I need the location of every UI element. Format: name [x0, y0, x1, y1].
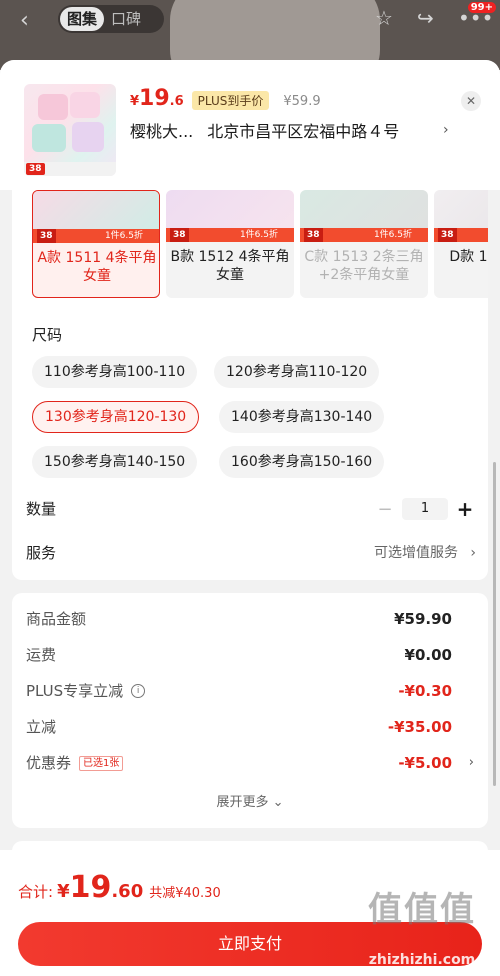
- size-option-130[interactable]: 130参考身高120-130: [32, 401, 200, 433]
- share-icon[interactable]: ↪: [417, 6, 434, 30]
- size-option-150[interactable]: 150参考身高140-150: [32, 446, 198, 478]
- quantity-row: 数量 − 1 +: [26, 497, 476, 521]
- variant-a[interactable]: 38 1件6.5折 A款 1511 4条平角女童: [32, 190, 160, 298]
- thumbnail-item: [38, 94, 68, 120]
- thumbnail-tag: 38: [26, 163, 45, 175]
- purchase-sheet: 38 ¥19.6 PLUS到手价 ¥59.9 樱桃大... 北京市昌平区宏福中路…: [0, 60, 500, 976]
- thumbnail-item: [70, 92, 100, 118]
- expand-more-button[interactable]: 展开更多 ⌄: [12, 791, 488, 810]
- variant-deal: 1件6.5折: [239, 230, 278, 240]
- product-name: 樱桃大...: [130, 122, 194, 141]
- variant-deal: 1件6.5折: [104, 231, 143, 241]
- plus-icon[interactable]: +: [454, 497, 476, 521]
- total-int: 19: [69, 870, 112, 905]
- quantity-input[interactable]: 1: [402, 498, 448, 520]
- variant-label: D款 1514 女童: [449, 249, 488, 265]
- summary-value: -¥5.00: [398, 754, 452, 772]
- order-total: 合计: ¥ 19 .60 共减¥40.30: [18, 870, 221, 905]
- plus-price-tag: PLUS到手价: [191, 91, 270, 110]
- quantity-stepper: − 1 +: [374, 497, 476, 521]
- summary-label: 优惠券 已选1张: [26, 752, 124, 774]
- summary-line-plus-discount: PLUS专享立减 i -¥0.30: [26, 680, 474, 702]
- summary-line-instant-discount: 立减 -¥35.00: [26, 716, 474, 738]
- variant-label: B款 1512 4条平角女童: [170, 249, 290, 283]
- summary-line-shipping: 运费 ¥0.00: [26, 644, 474, 666]
- summary-label: 立减: [26, 718, 57, 736]
- size-option-160[interactable]: 160参考身高150-160: [219, 446, 385, 478]
- service-value: 可选增值服务: [374, 545, 458, 561]
- variant-tag: 38: [37, 229, 56, 243]
- spec-card: 38 1件6.5折 A款 1511 4条平角女童 38 1件6.5折 B款 15…: [12, 180, 488, 580]
- tab-reviews[interactable]: 口碑: [104, 7, 148, 31]
- minus-icon[interactable]: −: [374, 499, 396, 520]
- summary-value: ¥0.00: [404, 646, 452, 664]
- total-dec: .60: [111, 881, 144, 902]
- variant-list[interactable]: 38 1件6.5折 A款 1511 4条平角女童 38 1件6.5折 B款 15…: [32, 190, 488, 298]
- price-row: ¥19.6 PLUS到手价 ¥59.9: [130, 86, 321, 111]
- back-icon[interactable]: ‹: [20, 8, 29, 33]
- summary-label: 运费: [26, 646, 57, 664]
- summary-value: -¥0.30: [398, 682, 452, 700]
- watermark-logo: 值值值: [368, 890, 476, 930]
- scrollbar[interactable]: [493, 462, 496, 786]
- size-option-120[interactable]: 120参考身高110-120: [214, 356, 380, 388]
- payment-bar: 合计: ¥ 19 .60 共减¥40.30 立即支付 值值值 zhizhizhi…: [0, 850, 500, 976]
- coupon-count-tag: 已选1张: [79, 755, 124, 771]
- summary-line-goods: 商品金额 ¥59.90: [26, 608, 474, 630]
- summary-value: ¥59.90: [394, 610, 452, 628]
- variant-b[interactable]: 38 1件6.5折 B款 1512 4条平角女童: [166, 190, 294, 298]
- site-watermark: 值值值 zhizhizhi.com: [352, 890, 492, 968]
- sheet-header: 38 ¥19.6 PLUS到手价 ¥59.9 樱桃大... 北京市昌平区宏福中路…: [0, 60, 500, 190]
- summary-label: 商品金额: [26, 610, 87, 628]
- tab-gallery[interactable]: 图集: [60, 7, 105, 31]
- chevron-right-icon: ›: [470, 545, 476, 561]
- size-section-title: 尺码: [32, 326, 63, 344]
- chevron-right-icon: ›: [468, 755, 474, 770]
- summary-label: PLUS专享立减 i: [26, 680, 146, 702]
- total-currency: ¥: [57, 881, 70, 902]
- variant-d[interactable]: 38 D款 1514 女童: [434, 190, 488, 298]
- plus-price: ¥19.6: [130, 86, 184, 111]
- summary-line-coupon[interactable]: 优惠券 已选1张 -¥5.00 ›: [26, 752, 474, 774]
- thumbnail-price-strip: 38: [24, 162, 116, 176]
- delivery-address: 北京市昌平区宏福中路４号: [207, 122, 400, 141]
- variant-c[interactable]: 38 1件6.5折 C款 1513 2条三角+2条平角女童: [300, 190, 428, 298]
- variant-label: C款 1513 2条三角+2条平角女童: [304, 249, 424, 283]
- cart-badge: 99+: [467, 2, 496, 13]
- thumbnail-item: [72, 122, 104, 152]
- total-saved: 共减¥40.30: [149, 886, 221, 901]
- variant-tag: 38: [438, 228, 457, 242]
- quantity-label: 数量: [26, 500, 57, 518]
- size-option-110[interactable]: 110参考身高100-110: [32, 356, 198, 388]
- service-label: 服务: [26, 544, 57, 562]
- thumbnail-item: [32, 124, 66, 152]
- product-name-address-row[interactable]: 樱桃大... 北京市昌平区宏福中路４号 ›: [130, 118, 470, 142]
- product-thumbnail: 38: [24, 84, 116, 176]
- close-icon[interactable]: ✕: [461, 91, 481, 111]
- favorite-star-icon[interactable]: ☆: [375, 6, 393, 30]
- background-tab-bar: 图集 口碑: [58, 5, 164, 33]
- total-label: 合计:: [18, 883, 54, 901]
- variant-label: A款 1511 4条平角女童: [37, 250, 157, 284]
- size-option-140[interactable]: 140参考身高130-140: [219, 401, 385, 433]
- info-icon[interactable]: i: [131, 684, 146, 698]
- watermark-url: zhizhizhi.com: [368, 952, 476, 968]
- variant-deal: 1件6.5折: [373, 230, 412, 240]
- summary-value: -¥35.00: [387, 718, 452, 736]
- variant-tag: 38: [170, 228, 189, 242]
- service-row[interactable]: 服务 可选增值服务 ›: [26, 541, 476, 565]
- original-price: ¥59.9: [283, 94, 321, 109]
- price-summary-card: 商品金额 ¥59.90 运费 ¥0.00 PLUS专享立减 i -¥0.30 立减…: [12, 593, 488, 828]
- variant-tag: 38: [304, 228, 323, 242]
- chevron-right-icon: ›: [443, 122, 449, 138]
